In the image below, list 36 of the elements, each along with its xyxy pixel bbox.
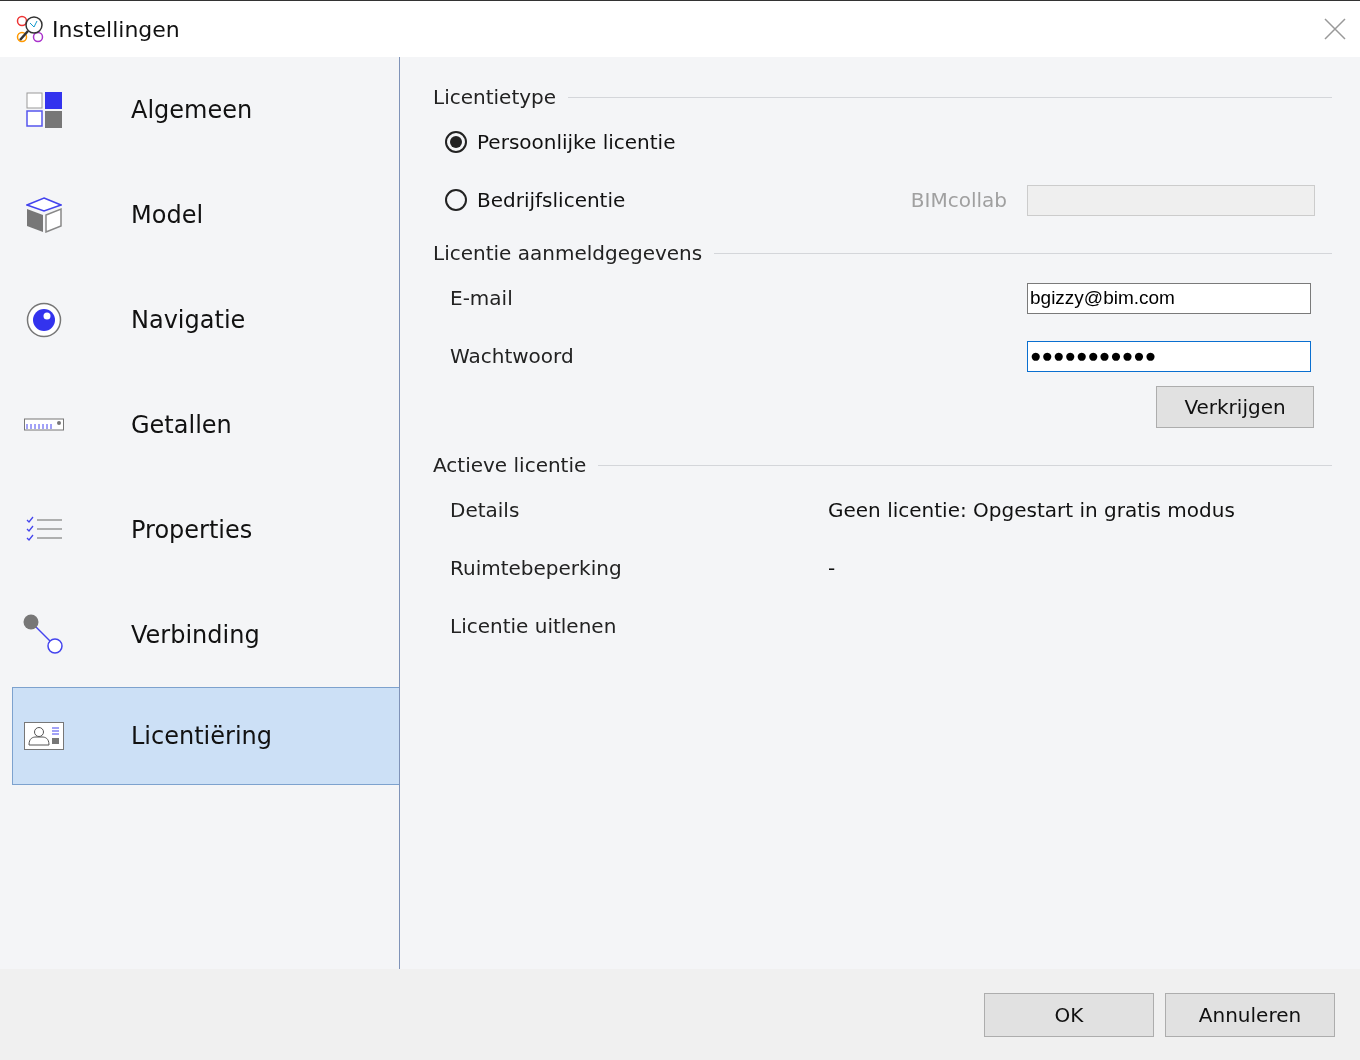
sidebar-item[interactable]: Licentiëring — [12, 687, 399, 785]
detail-label: Details — [450, 498, 521, 522]
cube-icon — [26, 196, 62, 233]
field-label: BIMcollab — [910, 188, 1007, 212]
detail-label: Licentie uitlenen — [450, 614, 618, 638]
input-field[interactable]: bgizzy@bim.com — [1027, 282, 1311, 314]
field-label: Wachtwoord — [450, 344, 574, 368]
connection-icon — [23, 613, 65, 656]
window-title: Instellingen — [52, 16, 181, 42]
app-logo-icon — [16, 15, 44, 43]
section-heading: Licentietype — [433, 85, 557, 109]
sidebar-item[interactable]: Getallen — [12, 372, 399, 477]
radio-circle[interactable] — [445, 189, 467, 211]
detail-label: Ruimtebeperking — [450, 556, 623, 580]
radio-button[interactable]: Bedrijfslicentie — [445, 188, 626, 212]
sidebar-item[interactable]: Navigatie — [12, 267, 399, 372]
cancel-button[interactable]: Annuleren — [1165, 992, 1335, 1037]
section-heading: Licentie aanmeldgegevens — [433, 241, 703, 265]
grid-icon — [26, 91, 62, 128]
radio-circle[interactable] — [445, 131, 467, 153]
eye-icon — [26, 301, 62, 338]
detail-value: - — [828, 556, 836, 580]
obtain-button[interactable]: Verkrijgen — [1156, 386, 1314, 428]
sidebar-item[interactable]: Properties — [12, 477, 399, 582]
ruler-icon — [24, 417, 64, 432]
id-card-icon — [24, 722, 64, 750]
radio-button[interactable]: Persoonlijke licentie — [445, 130, 676, 154]
input-field[interactable]: ●●●●●●●●●●● — [1027, 340, 1311, 372]
sidebar-item[interactable]: Algemeen — [12, 57, 399, 162]
ok-button[interactable]: OK — [984, 992, 1154, 1037]
detail-value: Geen licentie: Opgestart in gratis modus — [828, 498, 1235, 522]
close-icon[interactable] — [1324, 18, 1346, 40]
section-heading: Actieve licentie — [433, 453, 587, 477]
field-label: E-mail — [450, 286, 513, 310]
sidebar-item[interactable]: Model — [12, 162, 399, 267]
sidebar-item[interactable]: Verbinding — [12, 582, 399, 687]
